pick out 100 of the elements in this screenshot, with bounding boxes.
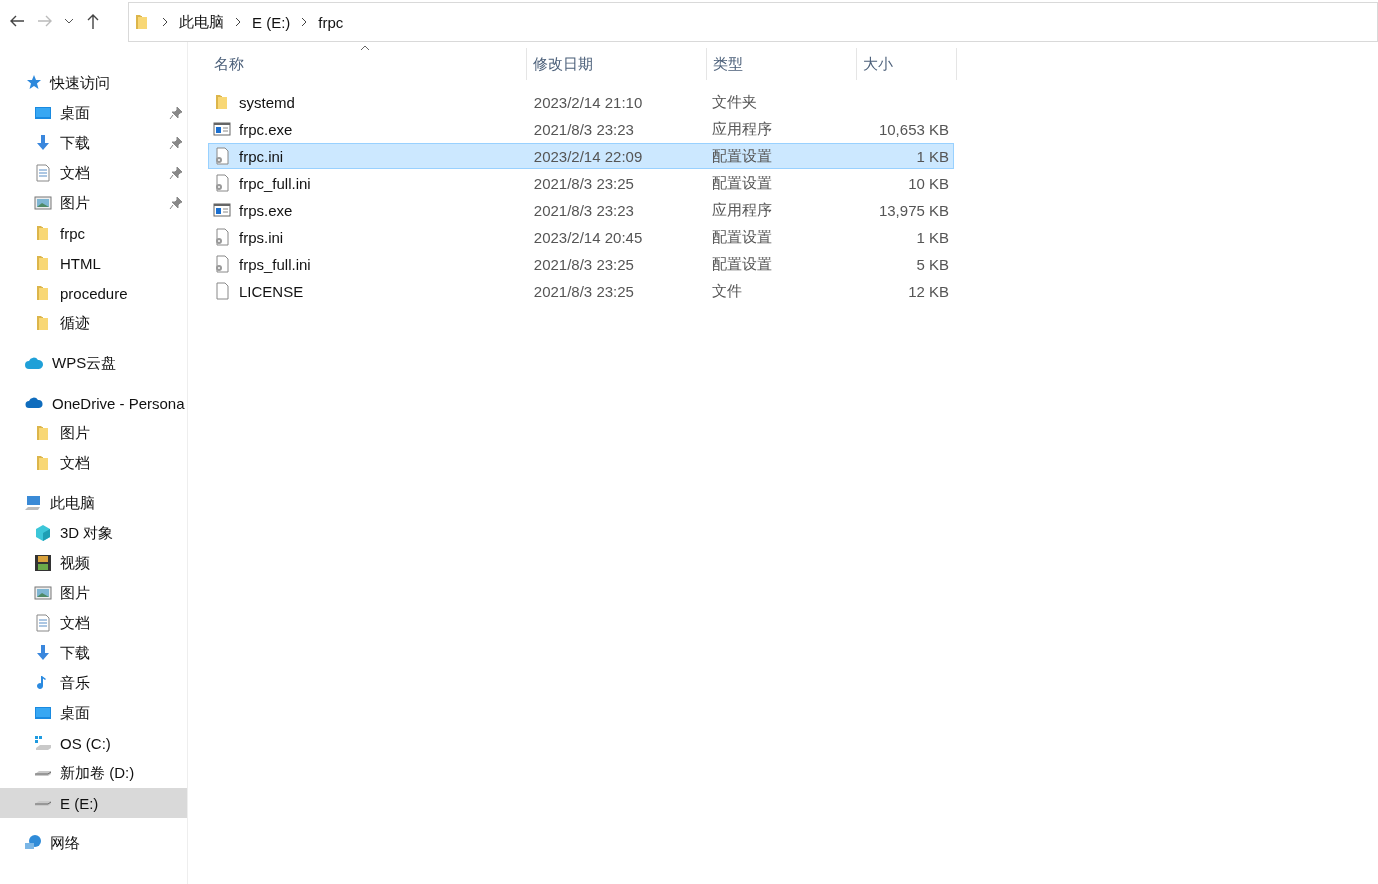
modified-date: 2023/2/14 22:09 — [533, 147, 643, 165]
address-bar[interactable]: 此电脑 E (E:) frpc — [128, 2, 1378, 42]
file-size: 10 KB — [908, 174, 949, 192]
sidebar-item[interactable]: 此电脑 — [0, 488, 187, 518]
column-header[interactable]: 类型 — [707, 48, 857, 80]
dropdown-icon[interactable] — [64, 18, 74, 24]
file-type: 应用程序 — [711, 200, 772, 220]
modified-date: 2023/2/14 21:10 — [533, 93, 643, 111]
drive-icon — [34, 769, 52, 777]
file-type: 配置设置 — [711, 146, 772, 166]
application-icon — [213, 201, 231, 219]
file-name: frps.ini — [239, 228, 284, 246]
sidebar-item[interactable]: 下载 — [0, 638, 187, 668]
breadcrumb[interactable]: E (E:) — [252, 13, 291, 31]
file-type: 文件 — [711, 281, 742, 301]
sidebar-item[interactable]: 3D 对象 — [0, 518, 187, 548]
sidebar-item[interactable]: 桌面 — [0, 98, 187, 128]
file-size: 5 KB — [916, 255, 949, 273]
settings-file-icon — [213, 228, 231, 246]
sidebar-item[interactable]: frpc — [0, 218, 187, 248]
chevron-icon — [161, 17, 169, 27]
file-name: frps_full.ini — [239, 255, 311, 273]
column-header[interactable]: 修改日期 — [527, 48, 707, 80]
sidebar-item[interactable]: HTML — [0, 248, 187, 278]
cube-icon — [34, 524, 52, 542]
sidebar-item[interactable]: 图片 — [0, 188, 187, 218]
file-row[interactable]: LICENSE 2021/8/3 23:25 文件 12 KB — [208, 278, 954, 304]
file-row[interactable]: frps.exe 2021/8/3 23:23 应用程序 13,975 KB — [208, 197, 954, 223]
file-row[interactable]: frpc_full.ini 2021/8/3 23:25 配置设置 10 KB — [208, 170, 954, 196]
column-header[interactable]: 名称 — [208, 48, 527, 80]
sort-ascending-icon — [360, 44, 370, 52]
file-name: frps.exe — [239, 201, 293, 219]
sidebar-item[interactable]: procedure — [0, 278, 187, 308]
sidebar-item[interactable]: 文档 — [0, 448, 187, 478]
application-icon — [213, 120, 231, 138]
file-type: 配置设置 — [711, 173, 772, 193]
file-size: 12 KB — [908, 282, 949, 300]
modified-date: 2021/8/3 23:25 — [533, 174, 634, 192]
file-name: frpc_full.ini — [239, 174, 311, 192]
picture-icon — [34, 194, 52, 212]
sidebar-item[interactable]: 下载 — [0, 128, 187, 158]
download-arrow-icon — [34, 644, 52, 662]
sidebar-item[interactable]: 网络 — [0, 828, 187, 858]
file-type: 应用程序 — [711, 119, 772, 139]
breadcrumb[interactable]: frpc — [318, 13, 344, 31]
file-type: 配置设置 — [711, 254, 772, 274]
download-arrow-icon — [34, 134, 52, 152]
film-icon — [34, 554, 52, 572]
sidebar-item[interactable]: 桌面 — [0, 698, 187, 728]
sidebar-item[interactable]: E (E:) — [0, 788, 187, 818]
sidebar-item[interactable]: WPS云盘 — [0, 348, 187, 378]
file-name: LICENSE — [239, 282, 304, 300]
settings-file-icon — [213, 255, 231, 273]
file-row[interactable]: frpc.exe 2021/8/3 23:23 应用程序 10,653 KB — [208, 116, 954, 142]
sidebar-item[interactable]: 快速访问 — [0, 68, 187, 98]
pin-icon — [169, 106, 183, 120]
desktop-icon — [34, 704, 52, 722]
computer-icon — [24, 494, 42, 512]
document-icon — [34, 164, 52, 182]
sidebar-item[interactable]: 文档 — [0, 608, 187, 638]
sidebar-item[interactable]: 音乐 — [0, 668, 187, 698]
file-size: 1 KB — [916, 228, 949, 246]
file-type: 配置设置 — [711, 227, 772, 247]
sidebar-item[interactable]: 新加卷 (D:) — [0, 758, 187, 788]
document-icon — [34, 614, 52, 632]
file-icon — [213, 282, 231, 300]
sidebar-item[interactable]: OneDrive - Persona — [0, 388, 187, 418]
pin-icon — [169, 196, 183, 210]
sidebar-item[interactable]: 循迹 — [0, 308, 187, 338]
modified-date: 2021/8/3 23:25 — [533, 282, 634, 300]
sidebar-item[interactable]: 图片 — [0, 418, 187, 448]
sidebar-item[interactable]: 视频 — [0, 548, 187, 578]
settings-file-icon — [213, 147, 231, 165]
modified-date: 2023/2/14 20:45 — [533, 228, 643, 246]
file-row[interactable]: systemd 2023/2/14 21:10 文件夹 — [208, 89, 954, 115]
breadcrumb[interactable]: 此电脑 — [179, 12, 224, 32]
column-header[interactable]: 大小 — [857, 48, 957, 80]
file-row[interactable]: frpc.ini 2023/2/14 22:09 配置设置 1 KB — [208, 143, 954, 169]
drive-icon — [34, 734, 52, 752]
sidebar-item[interactable]: 图片 — [0, 578, 187, 608]
chevron-icon — [300, 17, 309, 27]
file-type: 文件夹 — [711, 92, 757, 112]
pin-icon — [169, 166, 183, 180]
chevron-icon — [234, 17, 242, 27]
drive-icon — [34, 799, 52, 807]
sidebar-item[interactable]: OS (C:) — [0, 728, 187, 758]
file-size: 13,975 KB — [878, 201, 949, 219]
file-name: frpc.ini — [239, 147, 284, 165]
file-name: systemd — [239, 93, 295, 111]
file-row[interactable]: frps.ini 2023/2/14 20:45 配置设置 1 KB — [208, 224, 954, 250]
sidebar-item[interactable]: 文档 — [0, 158, 187, 188]
file-name: frpc.exe — [239, 120, 293, 138]
modified-date: 2021/8/3 23:23 — [533, 201, 634, 219]
desktop-icon — [34, 104, 52, 122]
settings-file-icon — [213, 174, 231, 192]
globe-icon — [24, 834, 42, 852]
pin-icon — [169, 136, 183, 150]
modified-date: 2021/8/3 23:25 — [533, 255, 634, 273]
file-size: 10,653 KB — [878, 120, 949, 138]
file-row[interactable]: frps_full.ini 2021/8/3 23:25 配置设置 5 KB — [208, 251, 954, 277]
